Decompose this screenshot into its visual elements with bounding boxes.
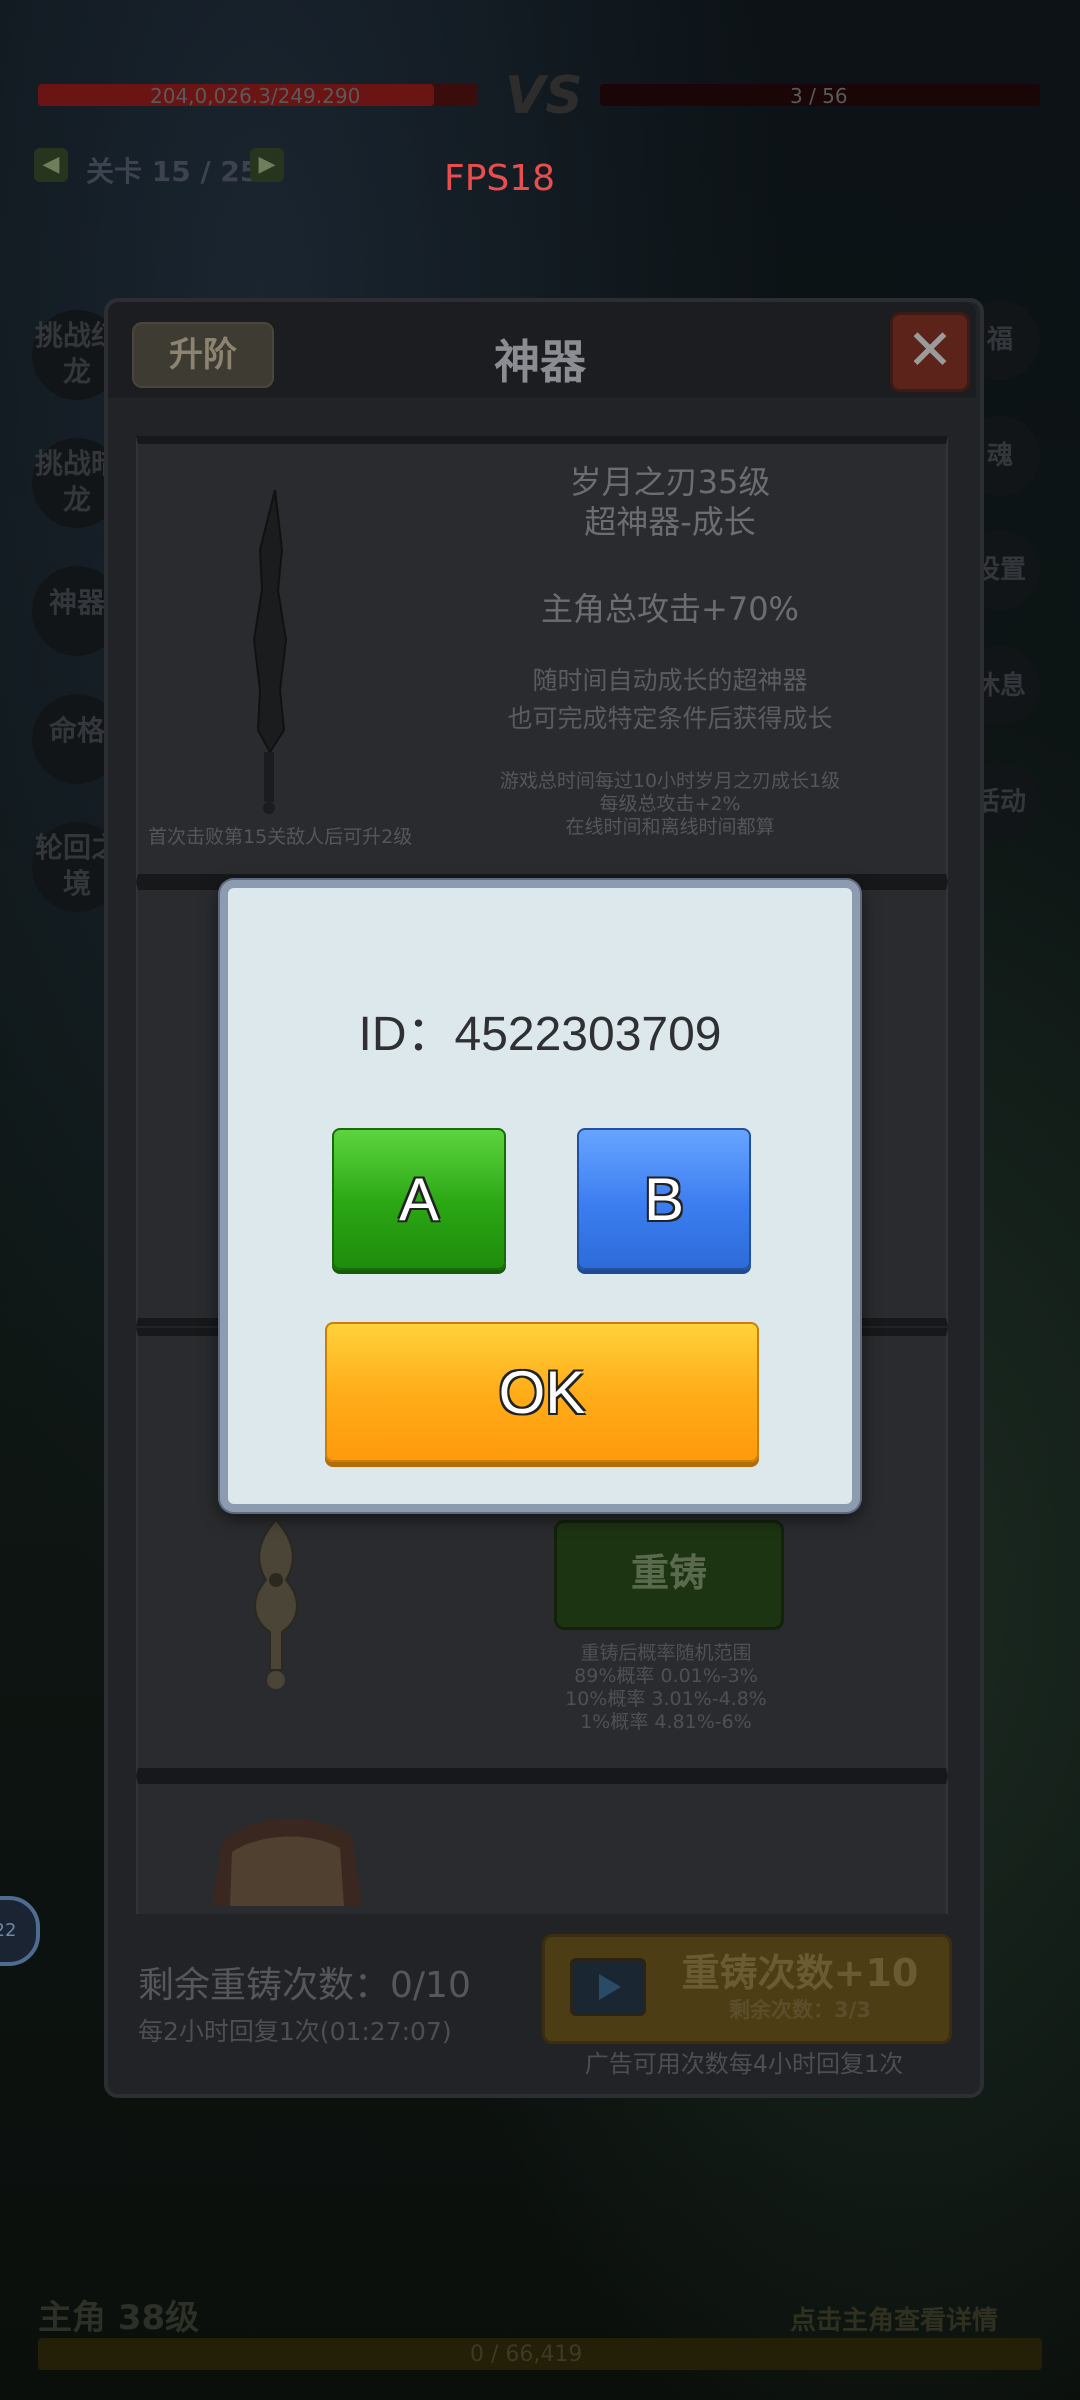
reforge-remaining-count: 剩余重铸次数：0/10 xyxy=(138,1965,471,2006)
reforge-note-line2: 89%概率 0.01%-3% xyxy=(574,1665,758,1687)
reforge-button[interactable]: 重铸 xyxy=(554,1520,784,1630)
stage-next-button[interactable]: ▶ xyxy=(250,148,284,182)
stage-prev-button[interactable]: ◀ xyxy=(34,148,68,182)
close-icon[interactable]: ✕ xyxy=(890,312,970,392)
player-id-text: ID：4522303709 xyxy=(358,1008,722,1061)
mask-icon xyxy=(212,1818,362,1906)
ad-button-title: 重铸次数+10 xyxy=(681,1951,919,1995)
ok-label: OK xyxy=(498,1358,586,1426)
artifact-description: 随时间自动成长的超神器 也可完成特定条件后获得成长 xyxy=(450,662,890,738)
fps-counter: FPS18 xyxy=(444,158,556,199)
enemy-count-text: 3 / 56 xyxy=(790,84,848,108)
reforge-note-line1: 重铸后概率随机范围 xyxy=(580,1642,752,1664)
player-hp-text: 204,0,026.3/249.290 xyxy=(150,84,361,108)
option-b-label: B xyxy=(643,1165,685,1233)
option-a-button[interactable]: A xyxy=(332,1128,506,1270)
ad-recover-note: 广告可用次数每4小时回复1次 xyxy=(584,2050,904,2078)
video-icon xyxy=(570,1958,646,2016)
artifact-desc-line1: 随时间自动成长的超神器 xyxy=(532,666,808,695)
upgrade-button[interactable]: 升阶 xyxy=(132,322,274,388)
artifact-desc-line2: 也可完成特定条件后获得成长 xyxy=(507,704,833,733)
artifact-attack: 主角总攻击+70% xyxy=(541,590,799,628)
page-title: 神器 xyxy=(494,335,586,389)
artifact-name: 岁月之刃35级 超神器-成长 xyxy=(470,462,870,542)
reforge-note-line4: 1%概率 4.81%-6% xyxy=(580,1711,752,1733)
hero-exp-text: 0 / 66,419 xyxy=(470,2342,583,2367)
artifact-name-line1: 岁月之刃35级 xyxy=(569,463,771,501)
artifact-rule-line1: 游戏总时间每过10小时岁月之刃成长1级 xyxy=(499,770,841,792)
ad-button-subtitle: 剩余次数：3/3 xyxy=(729,1998,871,2022)
vs-label: VS xyxy=(505,66,583,126)
option-a-label: A xyxy=(398,1165,440,1233)
stage-label: 关卡 15 / 25 xyxy=(86,155,260,188)
artifact-name-line2: 超神器-成长 xyxy=(584,503,756,541)
artifact-growth-rule: 游戏总时间每过10小时岁月之刃成长1级 每级总攻击+2% 在线时间和离线时间都算 xyxy=(450,770,890,839)
artifact-rule-line3: 在线时间和离线时间都算 xyxy=(565,816,775,838)
artifact-unlock-note: 首次击败第15关敌人后可升2级 xyxy=(148,826,413,848)
reforge-recover-timer: 每2小时回复1次(01:27:07) xyxy=(138,2017,452,2046)
hero-level-label: 主角 38级 xyxy=(38,2298,200,2338)
option-b-button[interactable]: B xyxy=(577,1128,751,1270)
ok-button[interactable]: OK xyxy=(325,1322,759,1462)
reforge-probability-note: 重铸后概率随机范围 89%概率 0.01%-3% 10%概率 3.01%-4.8… xyxy=(540,1642,792,1734)
ornate-sword-icon xyxy=(254,1520,298,1689)
hero-detail-hint[interactable]: 点击主角查看详情 xyxy=(790,2300,998,2337)
reforge-note-line3: 10%概率 3.01%-4.8% xyxy=(565,1688,767,1710)
artifact-rule-line2: 每级总攻击+2% xyxy=(599,793,741,815)
sword-icon xyxy=(252,490,288,814)
